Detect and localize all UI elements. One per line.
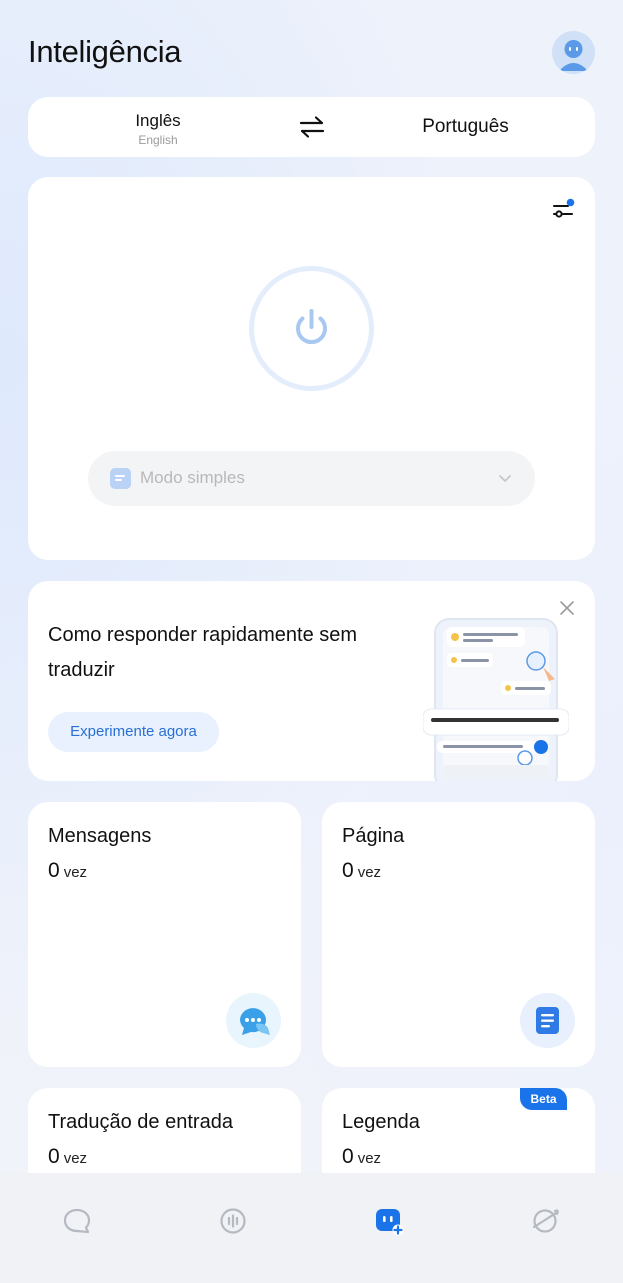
language-selector: Inglês English Português xyxy=(28,97,595,157)
subtitle-count-unit: vez xyxy=(357,1150,382,1167)
messages-title: Mensagens xyxy=(48,825,152,847)
messages-card[interactable]: Mensagens 0 vez xyxy=(28,802,301,1067)
input-translation-title: Tradução de entrada xyxy=(48,1111,233,1133)
page-card[interactable]: Página 0 vez xyxy=(322,802,595,1067)
translator-card: Modo simples xyxy=(28,177,595,560)
page-title-label: Página xyxy=(342,825,405,847)
input-translation-count: 0 vez xyxy=(48,1145,87,1169)
sliders-icon[interactable] xyxy=(551,198,575,222)
subtitle-count-value: 0 xyxy=(342,1145,354,1168)
input-translation-count-value: 0 xyxy=(48,1145,60,1168)
voice-icon[interactable] xyxy=(217,1205,249,1237)
explore-icon[interactable] xyxy=(529,1205,561,1237)
source-language[interactable]: Inglês English xyxy=(28,111,288,147)
page-count-value: 0 xyxy=(342,859,354,882)
mode-label: Modo simples xyxy=(140,468,245,487)
chat-bubble-icon-container xyxy=(226,993,281,1048)
source-language-name: Inglês xyxy=(135,111,181,130)
avatar[interactable] xyxy=(552,31,595,74)
phone-illustration xyxy=(423,618,569,781)
close-icon[interactable] xyxy=(559,600,575,616)
bottom-navigation xyxy=(0,1173,623,1283)
chevron-down-icon xyxy=(499,475,511,482)
chat-icon[interactable] xyxy=(61,1205,93,1237)
messages-count-value: 0 xyxy=(48,859,60,882)
subtitle-count: 0 vez xyxy=(342,1145,381,1169)
chat-bubble-icon xyxy=(240,1008,270,1035)
document-icon xyxy=(110,468,131,489)
avatar-icon xyxy=(552,31,595,74)
beta-badge: Beta xyxy=(520,1088,567,1110)
page-count-unit: vez xyxy=(357,864,382,881)
page-icon-container xyxy=(520,993,575,1048)
assistant-icon[interactable] xyxy=(373,1205,405,1237)
target-language[interactable]: Português xyxy=(358,116,573,138)
page-icon xyxy=(536,1007,559,1034)
power-button[interactable] xyxy=(249,266,374,391)
tip-card: Como responder rapidamente sem traduzir … xyxy=(28,581,595,781)
messages-count-unit: vez xyxy=(63,864,88,881)
page-count: 0 vez xyxy=(342,859,381,883)
source-language-native: English xyxy=(138,133,178,147)
mode-dropdown[interactable]: Modo simples xyxy=(88,451,535,506)
messages-count: 0 vez xyxy=(48,859,87,883)
page-title: Inteligência xyxy=(28,34,182,69)
subtitle-title: Legenda xyxy=(342,1111,420,1133)
swap-arrows-icon[interactable] xyxy=(298,114,326,140)
input-translation-count-unit: vez xyxy=(63,1150,88,1167)
tip-text: Como responder rapidamente sem traduzir xyxy=(48,624,358,681)
power-icon xyxy=(296,309,327,345)
try-now-button[interactable]: Experimente agora xyxy=(48,712,219,752)
